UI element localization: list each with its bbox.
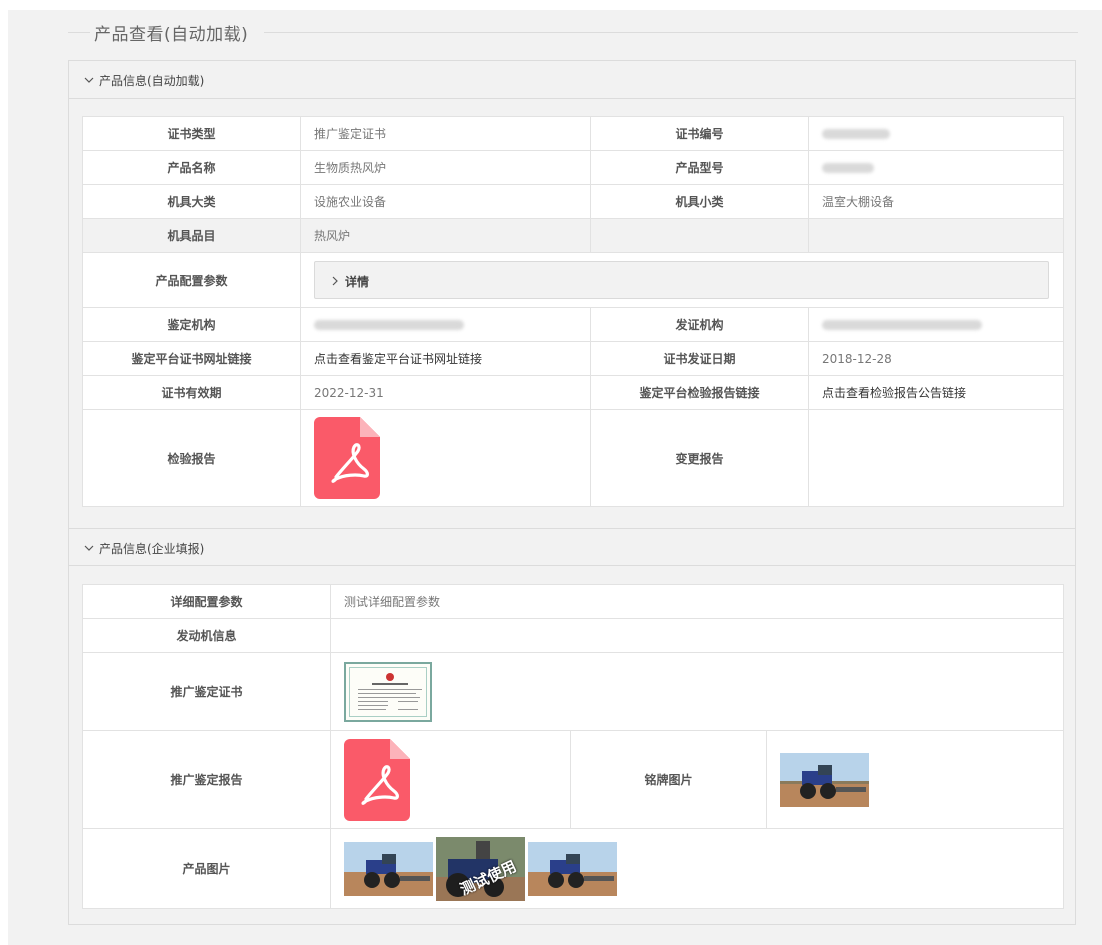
table-row: 证书有效期 2022-12-31 鉴定平台检验报告链接 点击查看检验报告公告链接: [82, 375, 1064, 410]
table-row: 产品图片 测试使用: [82, 828, 1065, 909]
field-label: 鉴定平台检验报告链接: [590, 375, 809, 410]
page-title: 产品查看(自动加载): [94, 25, 249, 45]
product-info-auto-table: 证书类型 推广鉴定证书 证书编号 产品名称 生物质热风炉 产品型号 机具大类 设…: [82, 116, 1064, 507]
field-value-redacted: [808, 150, 1064, 185]
field-label: 详细配置参数: [82, 584, 331, 619]
product-images-cell: 测试使用: [329, 828, 1065, 909]
field-label: 机具小类: [590, 184, 809, 219]
inspection-report-cell: [300, 409, 591, 507]
field-label: 铭牌图片: [570, 730, 767, 829]
field-value: 推广鉴定证书: [300, 116, 591, 151]
pdf-icon[interactable]: [314, 417, 380, 499]
table-row: 产品配置参数 详情: [82, 252, 1064, 308]
certificate-border: [349, 666, 427, 717]
product-image[interactable]: [344, 841, 433, 896]
config-cell: 详情: [300, 252, 1064, 308]
config-detail-label: 详情: [345, 275, 370, 289]
table-row: 详细配置参数 测试详细配置参数: [82, 584, 1065, 619]
section-ent-title: 产品信息(企业填报): [99, 542, 205, 556]
certificate-thumbnail[interactable]: [344, 661, 432, 722]
promo-cert-cell: [329, 652, 1065, 731]
empty-cell: [590, 218, 809, 253]
section-auto-title: 产品信息(自动加载): [99, 74, 205, 88]
field-value: 设施农业设备: [300, 184, 591, 219]
field-label: 机具品目: [82, 218, 301, 253]
product-image-gallery: 测试使用: [344, 836, 1050, 901]
table-row: 机具品目 热风炉: [82, 218, 1064, 253]
product-panel: 产品信息(自动加载) 证书类型 推广鉴定证书 证书编号 产品名称 生物质热风炉 …: [68, 60, 1076, 925]
field-label: 产品图片: [82, 828, 331, 909]
chevron-right-icon: [332, 276, 338, 286]
field-label: 鉴定平台证书网址链接: [82, 341, 301, 376]
field-value-redacted: [808, 307, 1064, 342]
config-detail-toggle[interactable]: 详情: [314, 261, 1049, 299]
table-row: 机具大类 设施农业设备 机具小类 温室大棚设备: [82, 184, 1064, 219]
field-label: 证书类型: [82, 116, 301, 151]
field-value: 2022-12-31: [300, 375, 591, 410]
field-value: 生物质热风炉: [300, 150, 591, 185]
field-label: 产品型号: [590, 150, 809, 185]
product-info-ent-table: 详细配置参数 测试详细配置参数 发动机信息 推广鉴定证书 推广鉴定报告 铭牌图片…: [82, 584, 1065, 909]
field-value: 热风炉: [300, 218, 591, 253]
section-auto-header[interactable]: 产品信息(自动加载): [69, 61, 1075, 99]
field-label: 鉴定机构: [82, 307, 301, 342]
promo-report-cell: [330, 730, 571, 829]
table-row: 推广鉴定证书: [82, 652, 1065, 731]
field-label: 变更报告: [590, 409, 809, 507]
nameplate-image[interactable]: [780, 752, 869, 807]
platform-report-link[interactable]: 点击查看检验报告公告链接: [808, 375, 1064, 410]
title-divider-right: [264, 32, 1078, 33]
page-container: 产品查看(自动加载) 产品信息(自动加载) 证书类型 推广鉴定证书 证书编号 产…: [8, 10, 1102, 945]
field-label: 推广鉴定报告: [82, 730, 331, 829]
field-label: 产品名称: [82, 150, 301, 185]
field-value-redacted: [808, 116, 1064, 151]
field-label: 检验报告: [82, 409, 301, 507]
field-label: 发动机信息: [82, 618, 331, 653]
change-report-cell: [808, 409, 1064, 507]
field-value-redacted: [300, 307, 591, 342]
field-label: 机具大类: [82, 184, 301, 219]
chevron-down-icon: [84, 77, 94, 83]
field-label: 发证机构: [590, 307, 809, 342]
empty-cell: [329, 618, 1065, 653]
table-row: 证书类型 推广鉴定证书 证书编号: [82, 116, 1064, 151]
table-row: 鉴定机构 发证机构: [82, 307, 1064, 342]
product-image[interactable]: [528, 841, 617, 896]
table-row: 推广鉴定报告 铭牌图片: [82, 730, 1065, 829]
section-ent-header[interactable]: 产品信息(企业填报): [69, 528, 1075, 566]
chevron-down-icon: [84, 545, 94, 551]
field-value: 测试详细配置参数: [329, 584, 1065, 619]
field-label: 证书有效期: [82, 375, 301, 410]
field-value: 温室大棚设备: [808, 184, 1064, 219]
field-label: 证书编号: [590, 116, 809, 151]
nameplate-cell: [765, 730, 1065, 829]
product-image-watermarked[interactable]: 测试使用: [436, 836, 525, 901]
field-label: 证书发证日期: [590, 341, 809, 376]
pdf-icon[interactable]: [344, 738, 410, 821]
table-row: 鉴定平台证书网址链接 点击查看鉴定平台证书网址链接 证书发证日期 2018-12…: [82, 341, 1064, 376]
table-row: 发动机信息: [82, 618, 1065, 653]
title-divider-left: [68, 32, 90, 33]
field-label: 推广鉴定证书: [82, 652, 331, 731]
table-row: 产品名称 生物质热风炉 产品型号: [82, 150, 1064, 185]
page-title-bar: 产品查看(自动加载): [68, 22, 1078, 45]
platform-cert-link[interactable]: 点击查看鉴定平台证书网址链接: [300, 341, 591, 376]
field-label: 产品配置参数: [82, 252, 301, 308]
certificate-graphic: [358, 672, 422, 710]
field-value: 2018-12-28: [808, 341, 1064, 376]
empty-cell: [808, 218, 1064, 253]
table-row: 检验报告 变更报告: [82, 409, 1064, 507]
